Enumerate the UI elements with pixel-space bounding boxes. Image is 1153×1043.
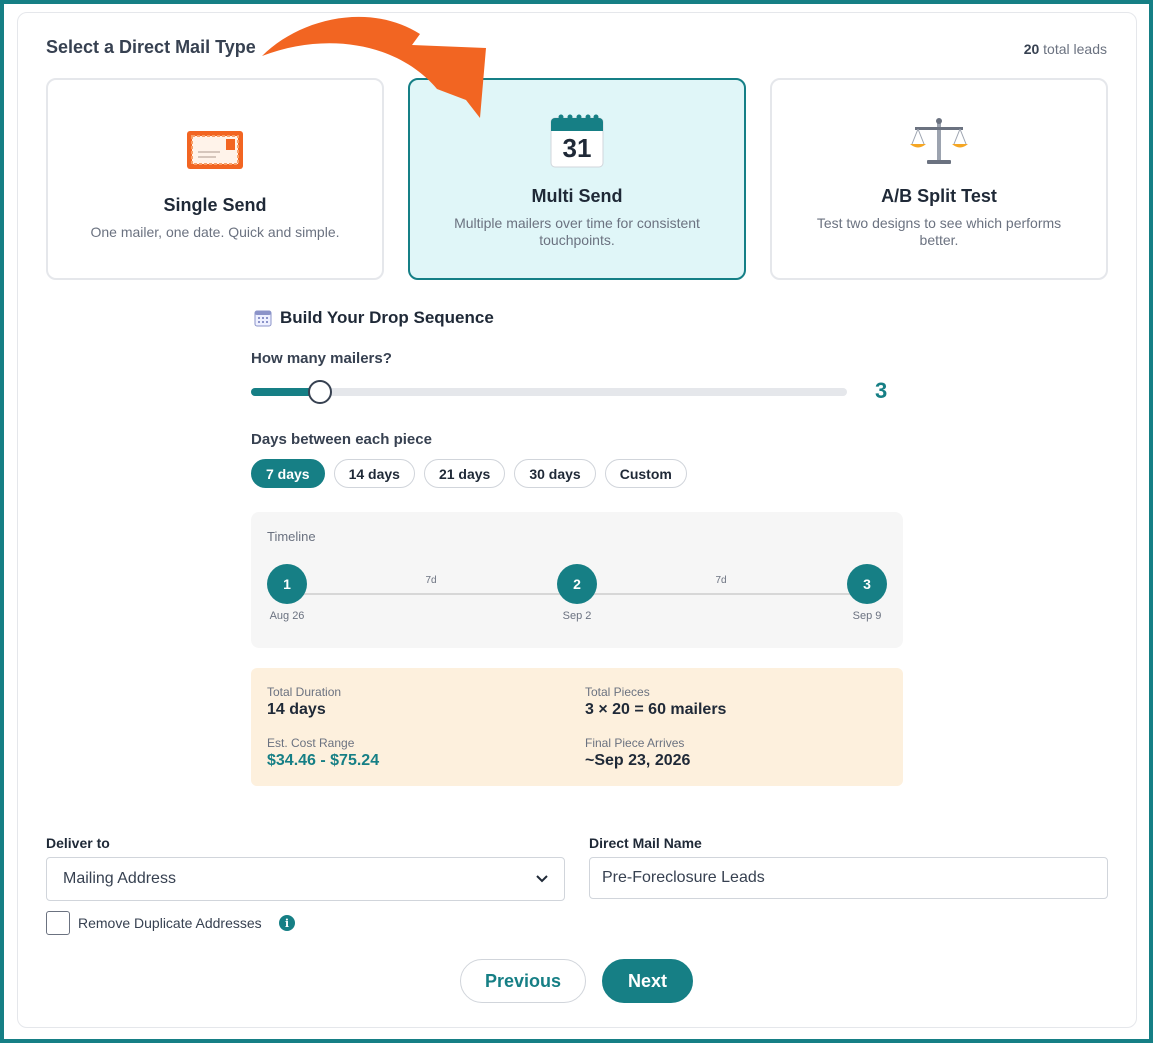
chevron-down-icon xyxy=(536,875,548,883)
timeline-title: Timeline xyxy=(267,529,316,544)
deliver-to-select[interactable]: Mailing Address xyxy=(46,857,565,901)
summary-cost-range: Est. Cost Range $34.46 - $75.24 xyxy=(267,736,379,770)
summary-label: Est. Cost Range xyxy=(267,736,355,750)
single-send-description: One mailer, one date. Quick and simple. xyxy=(90,224,340,240)
timeline-gap: 7d xyxy=(715,575,727,586)
section-title: Build Your Drop Sequence xyxy=(254,308,494,328)
timeline-node: 2 xyxy=(557,564,597,604)
summary-label: Total Pieces xyxy=(585,685,650,699)
leads-count: 20 xyxy=(1023,41,1040,57)
calendar-icon: 31 xyxy=(550,112,604,168)
single-send-title: Single Send xyxy=(163,195,267,215)
timeline-gap: 7d xyxy=(425,575,437,586)
direct-mail-name-input[interactable] xyxy=(589,857,1108,899)
timeline-date: Sep 2 xyxy=(562,610,592,622)
timeline-panel: Timeline 1 2 3 Aug 26 Sep 2 Sep 9 7d 7d xyxy=(251,512,903,648)
chip-30-days[interactable]: 30 days xyxy=(514,459,596,488)
deliver-to-label: Deliver to xyxy=(46,835,110,851)
chip-14-days[interactable]: 14 days xyxy=(333,459,415,488)
summary-value: 3 × 20 = 60 mailers xyxy=(585,701,727,718)
chip-custom[interactable]: Custom xyxy=(604,459,687,488)
sequence-title: Build Your Drop Sequence xyxy=(280,308,494,327)
day-options: 7 days 14 days 21 days 30 days Custom xyxy=(251,459,687,488)
days-label: Days between each piece xyxy=(251,431,432,448)
total-leads: 20 total leads xyxy=(1024,41,1107,57)
summary-value: $34.46 - $75.24 xyxy=(267,752,380,769)
mailers-slider[interactable] xyxy=(251,380,847,404)
envelope-icon xyxy=(187,131,243,169)
timeline-node: 3 xyxy=(847,564,887,604)
summary-label: Final Piece Arrives xyxy=(585,736,685,750)
multi-send-description: Multiple mailers over time for consisten… xyxy=(454,215,700,248)
calendar-small-icon xyxy=(254,310,272,327)
summary-value: ~Sep 23, 2026 xyxy=(585,752,691,769)
deliver-to-value: Mailing Address xyxy=(63,870,176,887)
remove-duplicates-checkbox[interactable] xyxy=(46,911,70,935)
summary-total-pieces: Total Pieces 3 × 20 = 60 mailers xyxy=(585,685,726,719)
scales-icon xyxy=(910,118,968,164)
summary-panel: Total Duration 14 days Total Pieces 3 × … xyxy=(251,668,903,786)
ab-split-test-description: Test two designs to see which performs b… xyxy=(816,215,1062,248)
direct-mail-name-label: Direct Mail Name xyxy=(589,835,702,851)
mailers-label: How many mailers? xyxy=(251,350,392,367)
page-title: Select a Direct Mail Type xyxy=(46,37,256,57)
info-icon[interactable]: i xyxy=(279,915,295,931)
timeline-date: Aug 26 xyxy=(269,610,305,622)
chip-7-days[interactable]: 7 days xyxy=(251,459,325,488)
summary-total-duration: Total Duration 14 days xyxy=(267,685,341,719)
ab-split-test-title: A/B Split Test xyxy=(881,186,997,206)
remove-duplicates-label: Remove Duplicate Addresses xyxy=(78,915,262,931)
slider-thumb[interactable] xyxy=(308,380,332,404)
type-card-ab-split-test[interactable]: A/B Split Test Test two designs to see w… xyxy=(770,78,1108,280)
leads-suffix: total leads xyxy=(1043,41,1107,57)
previous-button[interactable]: Previous xyxy=(460,959,586,1003)
arrow-annotation-icon xyxy=(262,16,486,119)
calendar-day: 31 xyxy=(562,133,592,163)
mailers-value: 3 xyxy=(875,378,888,403)
summary-label: Total Duration xyxy=(267,685,342,699)
summary-final-piece: Final Piece Arrives ~Sep 23, 2026 xyxy=(585,736,690,770)
timeline-node: 1 xyxy=(267,564,307,604)
chip-21-days[interactable]: 21 days xyxy=(423,459,506,488)
multi-send-title: Multi Send xyxy=(531,186,623,206)
summary-value: 14 days xyxy=(267,701,326,718)
next-button[interactable]: Next xyxy=(602,959,693,1003)
timeline-date: Sep 9 xyxy=(852,610,882,622)
